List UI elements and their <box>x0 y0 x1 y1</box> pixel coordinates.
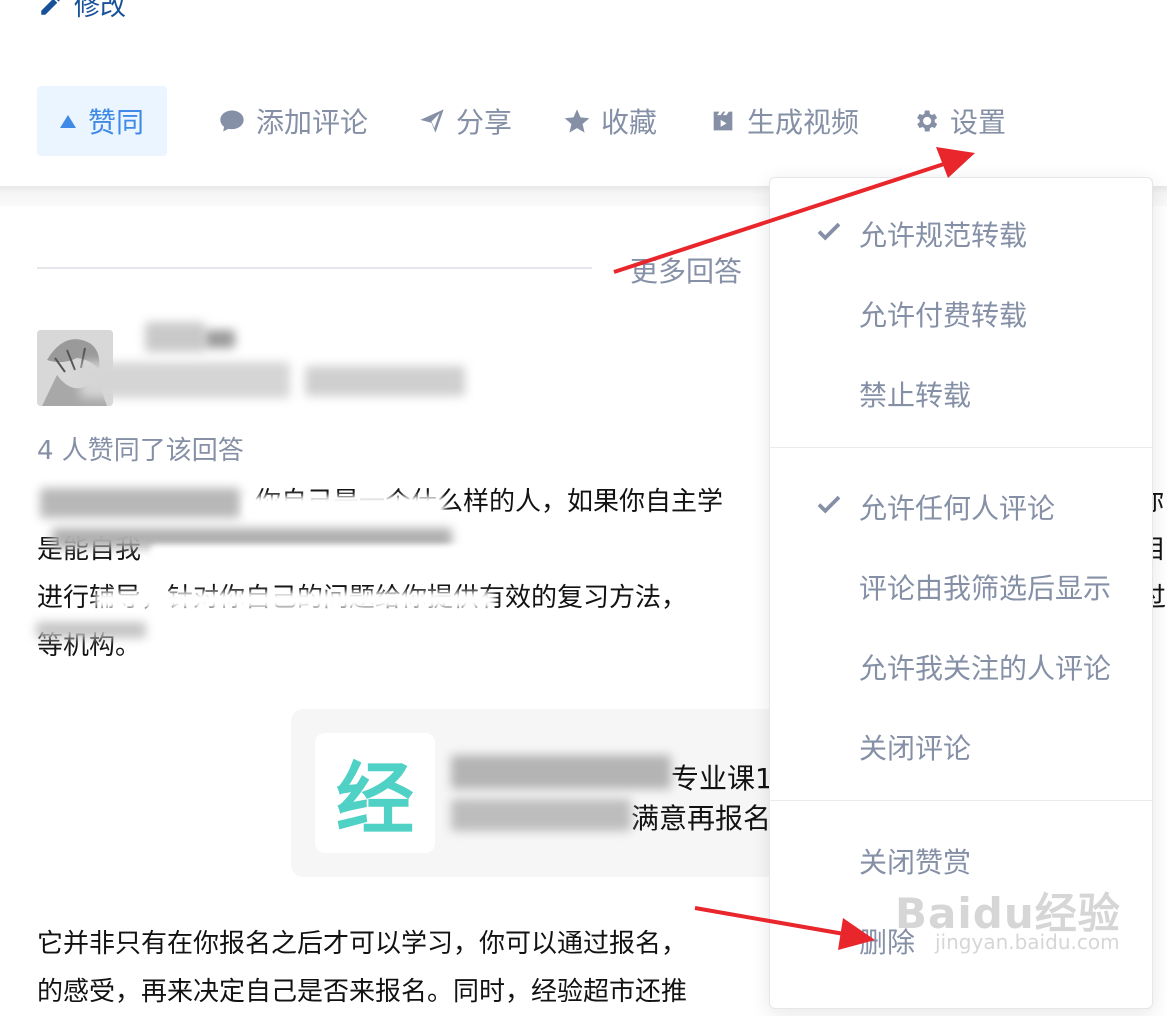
menu-item-allow-anyone-comment[interactable]: 允许任何人评论 <box>859 487 1055 527</box>
generate-video-button[interactable]: 生成视频 <box>709 86 859 156</box>
watermark-url: jingyan.baidu.com <box>935 930 1120 954</box>
menu-separator <box>770 447 1152 448</box>
edit-link[interactable]: 修改 <box>38 0 126 23</box>
author-headline-redacted <box>80 362 290 398</box>
share-label: 分享 <box>456 106 513 139</box>
more-answers-rule <box>37 267 592 269</box>
menu-separator <box>770 800 1152 801</box>
recommendation-card[interactable]: 经 专业课1V1 满意再报名 <box>291 709 811 877</box>
redaction-smear <box>95 592 495 608</box>
baidu-jingyan-watermark: Baidu经验 jingyan.baidu.com <box>895 880 1121 954</box>
more-answers-heading: 更多回答 <box>630 255 743 288</box>
comment-bubble-icon <box>220 110 244 132</box>
menu-item-forbid-repost[interactable]: 禁止转载 <box>859 374 971 414</box>
menu-item-allow-paid-repost[interactable]: 允许付费转载 <box>859 294 1027 334</box>
check-icon <box>817 222 841 241</box>
edit-label: 修改 <box>74 0 127 22</box>
redaction-smear <box>40 488 240 518</box>
menu-item-filter-comments[interactable]: 评论由我筛选后显示 <box>859 567 1111 607</box>
card-subtitle: 满意再报名 <box>631 802 772 835</box>
menu-item-allow-standard-repost[interactable]: 允许规范转载 <box>859 214 1027 254</box>
share-button[interactable]: 分享 <box>418 86 512 156</box>
pencil-icon <box>41 0 60 15</box>
redaction-smear <box>150 545 760 559</box>
favorite-button[interactable]: 收藏 <box>563 86 657 156</box>
video-clip-icon <box>713 111 733 131</box>
add-comment-label: 添加评论 <box>256 106 369 139</box>
generate-video-label: 生成视频 <box>747 106 860 139</box>
vote-up-label: 赞同 <box>87 106 144 139</box>
menu-item-close-tipping[interactable]: 关闭赞赏 <box>859 841 971 881</box>
author-name-redacted <box>145 322 205 352</box>
answer-line: 它并非只有在你报名之后才可以学习，你可以通过报名， <box>37 929 688 959</box>
card-subtitle-redacted <box>451 799 631 831</box>
redaction-smear <box>36 622 146 638</box>
favorite-label: 收藏 <box>601 106 658 139</box>
menu-item-close-comments[interactable]: 关闭评论 <box>859 727 971 767</box>
answer-action-bar: 赞同 添加评论 分享 收藏 生成视频 设置 <box>0 86 1167 158</box>
answer-line: 的感受，再来决定自己是否来报名。同时，经验超市还推 <box>37 977 688 1007</box>
author-badge-redacted <box>205 330 235 348</box>
brand-logo: 经 <box>315 733 435 853</box>
author-headline-redacted <box>305 366 465 396</box>
vote-count-text: 4 人赞同了该回答 <box>37 436 244 466</box>
paper-plane-icon <box>420 109 444 133</box>
vote-up-button[interactable]: 赞同 <box>37 86 167 156</box>
settings-button[interactable]: 设置 <box>912 86 1006 156</box>
star-icon <box>564 109 590 133</box>
gear-icon <box>917 110 938 132</box>
card-title-redacted <box>451 755 671 789</box>
check-icon <box>817 495 841 514</box>
settings-label: 设置 <box>950 106 1007 139</box>
redaction-smear <box>245 496 445 518</box>
menu-item-allow-followed-comment[interactable]: 允许我关注的人评论 <box>859 647 1111 687</box>
triangle-up-icon <box>59 114 76 128</box>
add-comment-button[interactable]: 添加评论 <box>218 86 368 156</box>
